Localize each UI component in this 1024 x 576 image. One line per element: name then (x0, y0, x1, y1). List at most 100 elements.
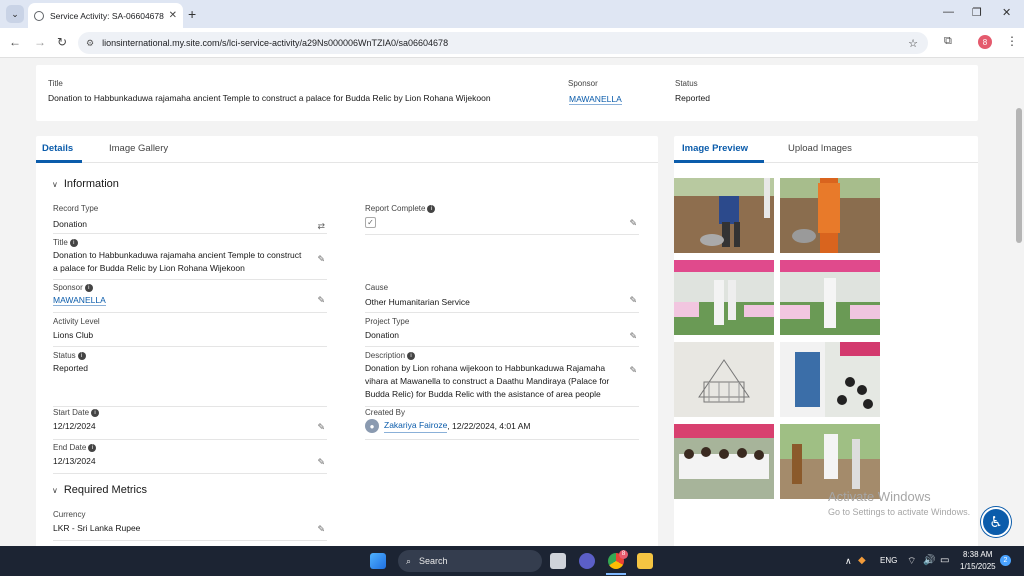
info-icon[interactable]: i (69, 238, 78, 247)
close-window-icon[interactable]: ✕ (1002, 6, 1011, 19)
page-scrollbar[interactable] (1016, 108, 1022, 243)
edit-sponsor-icon[interactable]: ✎ (317, 295, 325, 306)
edit-title-icon[interactable]: ✎ (317, 254, 325, 265)
cause-label: Cause (365, 283, 389, 292)
gallery-image[interactable] (780, 424, 880, 499)
url-text[interactable]: lionsinternational.my.site.com/s/lci-ser… (102, 38, 908, 48)
field-title: Title i Donation to Habbunkaduwa rajamaha… (53, 238, 327, 280)
description-label: Description (365, 351, 406, 360)
status-label: Status (53, 351, 76, 360)
tab-details[interactable]: Details (42, 143, 73, 154)
edit-end-date-icon[interactable]: ✎ (317, 457, 325, 468)
tab-image-preview[interactable]: Image Preview (682, 143, 748, 154)
activate-windows-subtitle: Go to Settings to activate Windows. (828, 507, 971, 517)
file-explorer-icon[interactable] (637, 553, 653, 569)
battery-icon[interactable]: ▭ (940, 555, 949, 566)
edit-currency-icon[interactable]: ✎ (317, 524, 325, 535)
edit-description-icon[interactable]: ✎ (629, 365, 637, 376)
info-icon[interactable]: i (84, 283, 93, 292)
project-type-value: Donation (365, 330, 400, 340)
created-by-link[interactable]: Zakariya Fairoze (384, 419, 448, 433)
profile-avatar[interactable]: 8 (978, 35, 992, 49)
forward-icon[interactable]: → (34, 35, 46, 49)
section-required-metrics[interactable]: ∨ Required Metrics (52, 484, 147, 496)
tray-app-icon[interactable]: ◆ (858, 555, 866, 566)
edit-cause-icon[interactable]: ✎ (629, 295, 637, 306)
reload-icon[interactable]: ↻ (57, 35, 67, 49)
end-date-value: 12/13/2024 (53, 456, 96, 466)
record-highlights: Title Donation to Habbunkaduwa rajamaha … (36, 65, 978, 121)
notification-badge[interactable]: 2 (1000, 555, 1011, 566)
edit-report-complete-icon[interactable]: ✎ (629, 218, 637, 229)
header-sponsor-label: Sponsor (568, 79, 598, 88)
back-icon[interactable]: ← (9, 35, 21, 49)
gallery-image[interactable] (674, 342, 774, 417)
clock-date[interactable]: 1/15/2025 (960, 562, 996, 571)
active-app-indicator (606, 573, 626, 575)
title-label: Title (53, 238, 68, 247)
tray-chevron-icon[interactable]: ∧ (845, 556, 852, 567)
minimize-icon[interactable]: — (943, 6, 954, 18)
chevron-down-icon: ∨ (52, 180, 58, 189)
gallery-image[interactable] (780, 342, 880, 417)
image-tabs: Image Preview Upload Images (674, 136, 978, 163)
tab-upload-images[interactable]: Upload Images (788, 143, 852, 154)
restore-icon[interactable]: ❐ (972, 6, 982, 19)
site-info-icon[interactable]: ⚙ (86, 38, 94, 49)
task-view-icon[interactable] (550, 553, 566, 569)
gallery-image[interactable] (780, 260, 880, 335)
field-sponsor: Sponsor i MAWANELLA ✎ (53, 283, 327, 313)
windows-start-icon[interactable] (370, 553, 386, 569)
edit-start-date-icon[interactable]: ✎ (317, 422, 325, 433)
sponsor-label: Sponsor (53, 283, 83, 292)
volume-icon[interactable]: 🔊 (923, 555, 935, 566)
new-tab-icon[interactable]: + (188, 6, 196, 22)
chevron-down-icon: ∨ (52, 486, 58, 495)
header-sponsor-link[interactable]: MAWANELLA (569, 94, 622, 105)
activity-level-label: Activity Level (53, 317, 100, 326)
gallery-image[interactable] (780, 178, 880, 253)
info-icon[interactable]: i (427, 204, 436, 213)
clock-time[interactable]: 8:38 AM (963, 550, 992, 559)
omnibox[interactable]: ⚙ lionsinternational.my.site.com/s/lci-s… (78, 32, 928, 54)
report-complete-label: Report Complete (365, 204, 426, 213)
accessibility-button[interactable]: ♿ (981, 507, 1011, 537)
end-date-label: End Date (53, 443, 87, 452)
image-card: Image Preview Upload Images (674, 136, 978, 546)
gallery-image[interactable] (674, 178, 774, 253)
page-content: Title Donation to Habbunkaduwa rajamaha … (0, 58, 1024, 546)
report-complete-checkbox[interactable]: ✓ (365, 217, 376, 228)
section-information[interactable]: ∨ Information (52, 178, 119, 190)
language-indicator[interactable]: ENG (880, 556, 897, 565)
tab-title: Service Activity: SA-06604678 (50, 10, 164, 21)
tab-image-gallery[interactable]: Image Gallery (109, 143, 168, 154)
extensions-icon[interactable]: ⧉ (944, 35, 952, 48)
globe-icon (34, 10, 44, 21)
record-type-label: Record Type (53, 204, 99, 213)
browser-menu-icon[interactable]: ⋮ (1006, 34, 1018, 48)
browser-tab[interactable]: Service Activity: SA-06604678 ✕ (28, 3, 183, 28)
sponsor-link[interactable]: MAWANELLA (53, 295, 106, 306)
gallery-image[interactable] (674, 424, 774, 499)
field-currency: Currency LKR - Sri Lanka Rupee ✎ (53, 510, 327, 541)
field-created-by: Created By ● Zakariya Fairoze, 12/22/202… (365, 408, 639, 440)
close-tab-icon[interactable]: ✕ (169, 10, 177, 21)
field-status: Status i Reported (53, 351, 327, 407)
bookmark-star-icon[interactable]: ☆ (908, 37, 918, 50)
taskbar-search[interactable]: ⌕ Search (398, 550, 542, 572)
field-cause: Cause Other Humanitarian Service ✎ (365, 283, 639, 313)
edit-project-type-icon[interactable]: ✎ (629, 331, 637, 342)
info-icon[interactable]: i (77, 351, 86, 360)
header-title-value: Donation to Habbunkaduwa rajamaha ancien… (48, 93, 491, 103)
gallery-image[interactable] (674, 260, 774, 335)
info-icon[interactable]: i (407, 351, 416, 360)
info-icon[interactable]: i (91, 408, 100, 417)
change-record-type-icon[interactable]: ⇄ (317, 221, 325, 232)
header-status-value: Reported (675, 93, 710, 103)
wifi-icon[interactable]: ⌔ (907, 555, 916, 568)
tab-search-icon[interactable]: ⌄ (6, 5, 24, 23)
details-tabs: Details Image Gallery (36, 136, 658, 163)
info-icon[interactable]: i (88, 443, 97, 452)
field-record-type: Record Type Donation ⇄ (53, 204, 327, 234)
meet-icon[interactable] (579, 553, 595, 569)
